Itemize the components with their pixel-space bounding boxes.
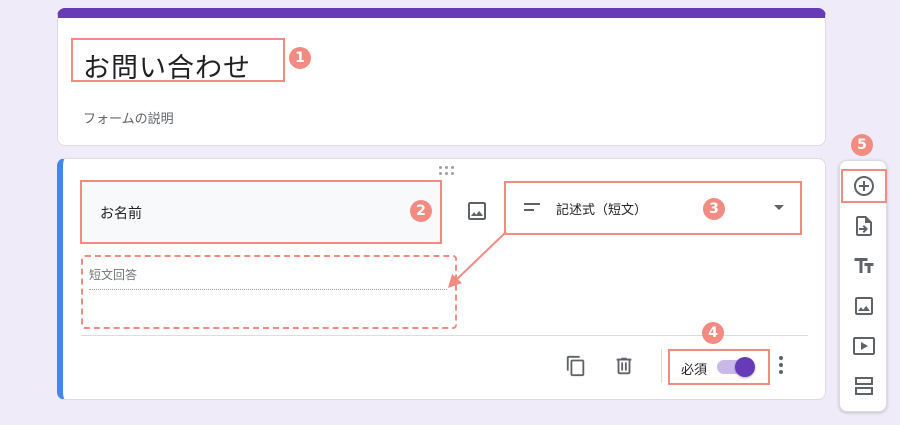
chevron-down-icon bbox=[774, 205, 784, 210]
section-icon[interactable] bbox=[852, 374, 876, 398]
required-label: 必須 bbox=[681, 363, 708, 378]
text-title-icon[interactable] bbox=[852, 254, 876, 278]
toolbar-divider bbox=[661, 349, 662, 383]
image-icon[interactable] bbox=[465, 199, 489, 223]
image-icon[interactable] bbox=[852, 294, 876, 318]
annotation-arrow bbox=[448, 231, 507, 288]
side-toolbar bbox=[839, 160, 887, 412]
answer-preview: 短文回答 bbox=[81, 255, 457, 329]
import-questions-icon[interactable] bbox=[852, 214, 876, 238]
annotation-badge-1: 1 bbox=[289, 47, 311, 69]
drag-handle[interactable] bbox=[439, 166, 455, 176]
annotation-badge-4: 4 bbox=[702, 322, 724, 344]
more-vert-icon[interactable] bbox=[779, 356, 785, 374]
question-type-select[interactable]: 記述式（短文） bbox=[504, 181, 802, 235]
answer-placeholder: 短文回答 bbox=[89, 266, 447, 290]
annotation-box-question bbox=[80, 180, 442, 244]
copy-icon[interactable] bbox=[565, 355, 587, 377]
annotation-box-title bbox=[71, 38, 285, 82]
required-control: 必須 bbox=[668, 349, 770, 385]
annotation-badge-3: 3 bbox=[703, 198, 725, 220]
toggle-knob[interactable] bbox=[735, 357, 755, 377]
card-divider bbox=[81, 335, 808, 336]
annotation-badge-2: 2 bbox=[410, 200, 432, 222]
required-toggle[interactable] bbox=[717, 357, 755, 377]
short-answer-icon bbox=[524, 203, 540, 215]
video-icon[interactable] bbox=[852, 334, 876, 358]
question-type-label: 記述式（短文） bbox=[556, 203, 648, 218]
annotation-badge-5: 5 bbox=[851, 134, 873, 156]
trash-icon[interactable] bbox=[613, 355, 635, 377]
form-description[interactable]: フォームの説明 bbox=[83, 108, 174, 127]
add-circle-icon[interactable] bbox=[852, 174, 876, 198]
